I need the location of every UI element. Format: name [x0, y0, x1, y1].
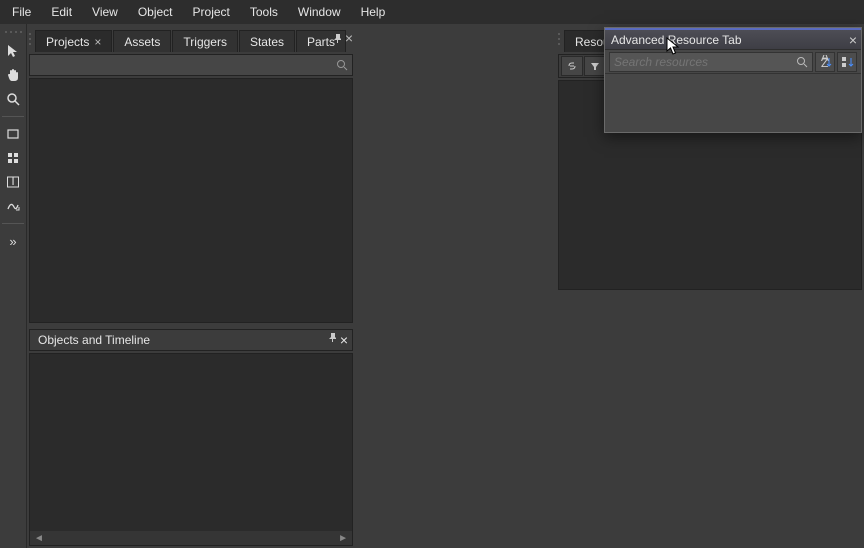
tab-strip: Projects× Assets Triggers States Parts × — [27, 24, 355, 52]
search-input[interactable] — [614, 55, 792, 69]
link-icon — [566, 60, 578, 72]
tool-grid[interactable] — [2, 147, 24, 169]
popup-title: Advanced Resource Tab — [611, 33, 742, 47]
projects-body — [29, 78, 353, 323]
menu-window[interactable]: Window — [288, 1, 351, 23]
tool-text[interactable]: T — [2, 171, 24, 193]
close-icon[interactable]: × — [340, 332, 348, 348]
timeline-scrollbar[interactable]: ◄ ► — [30, 531, 352, 545]
popup-titlebar[interactable]: Advanced Resource Tab × — [605, 28, 861, 50]
close-icon[interactable]: × — [849, 32, 857, 48]
tab-label: States — [250, 35, 284, 49]
objects-timeline-header: Objects and Timeline × — [29, 329, 353, 351]
tool-select[interactable] — [2, 40, 24, 62]
menu-help[interactable]: Help — [351, 1, 396, 23]
link-button[interactable] — [561, 56, 583, 76]
tool-pan[interactable] — [2, 64, 24, 86]
advanced-resource-popup: Advanced Resource Tab × AZ — [604, 27, 862, 133]
filter-button[interactable] — [584, 56, 606, 76]
divider — [2, 223, 24, 224]
text-icon: T — [6, 175, 20, 189]
projects-search[interactable] — [29, 54, 353, 76]
tab-projects[interactable]: Projects × — [35, 30, 112, 52]
scroll-right-icon[interactable]: ► — [338, 533, 348, 544]
tab-label: Projects — [46, 35, 89, 49]
grip-icon — [27, 30, 33, 50]
pin-icon[interactable] — [326, 332, 336, 342]
popup-toolbar: AZ — [605, 50, 861, 74]
tool-rect[interactable] — [2, 123, 24, 145]
tool-zoom[interactable] — [2, 88, 24, 110]
filter-icon — [589, 60, 601, 72]
search-icon — [336, 59, 348, 71]
close-icon[interactable]: × — [94, 36, 101, 48]
svg-text:T: T — [9, 175, 17, 188]
menu-bar: File Edit View Object Project Tools Wind… — [0, 0, 864, 24]
menu-object[interactable]: Object — [128, 1, 183, 23]
sort-type-button[interactable] — [837, 52, 857, 72]
tab-states[interactable]: States — [239, 30, 295, 52]
sort-az-button[interactable]: AZ — [815, 52, 835, 72]
panel-title: Objects and Timeline — [38, 333, 150, 347]
divider — [2, 116, 24, 117]
tab-label: Assets — [124, 35, 160, 49]
tab-triggers[interactable]: Triggers — [172, 30, 238, 52]
tab-assets[interactable]: Assets — [113, 30, 171, 52]
tab-label: Triggers — [183, 35, 227, 49]
grid-icon — [6, 151, 20, 165]
tool-expand[interactable]: » — [2, 230, 24, 252]
chevron-right-icon: » — [9, 234, 16, 249]
menu-tools[interactable]: Tools — [240, 1, 288, 23]
scroll-left-icon[interactable]: ◄ — [34, 533, 44, 544]
pin-icon[interactable] — [331, 33, 341, 43]
grip-icon — [3, 30, 23, 34]
rect-icon — [6, 127, 20, 141]
search-icon — [796, 56, 808, 68]
path-icon — [6, 199, 20, 213]
hand-icon — [6, 68, 20, 82]
sort-type-icon — [840, 55, 854, 69]
sort-az-icon: AZ — [818, 55, 832, 69]
svg-text:Z: Z — [821, 56, 828, 69]
tool-strip: T » — [0, 24, 27, 548]
menu-project[interactable]: Project — [183, 1, 240, 23]
grip-icon — [556, 30, 562, 50]
popup-body — [605, 74, 861, 132]
tool-path[interactable] — [2, 195, 24, 217]
menu-file[interactable]: File — [2, 1, 41, 23]
close-icon[interactable]: × — [345, 30, 353, 46]
menu-edit[interactable]: Edit — [41, 1, 82, 23]
menu-view[interactable]: View — [82, 1, 128, 23]
arrow-icon — [6, 44, 20, 58]
left-dock: Projects× Assets Triggers States Parts ×… — [27, 24, 355, 548]
popup-search[interactable] — [609, 52, 813, 72]
objects-timeline-body: ◄ ► — [29, 353, 353, 546]
zoom-icon — [6, 92, 20, 106]
